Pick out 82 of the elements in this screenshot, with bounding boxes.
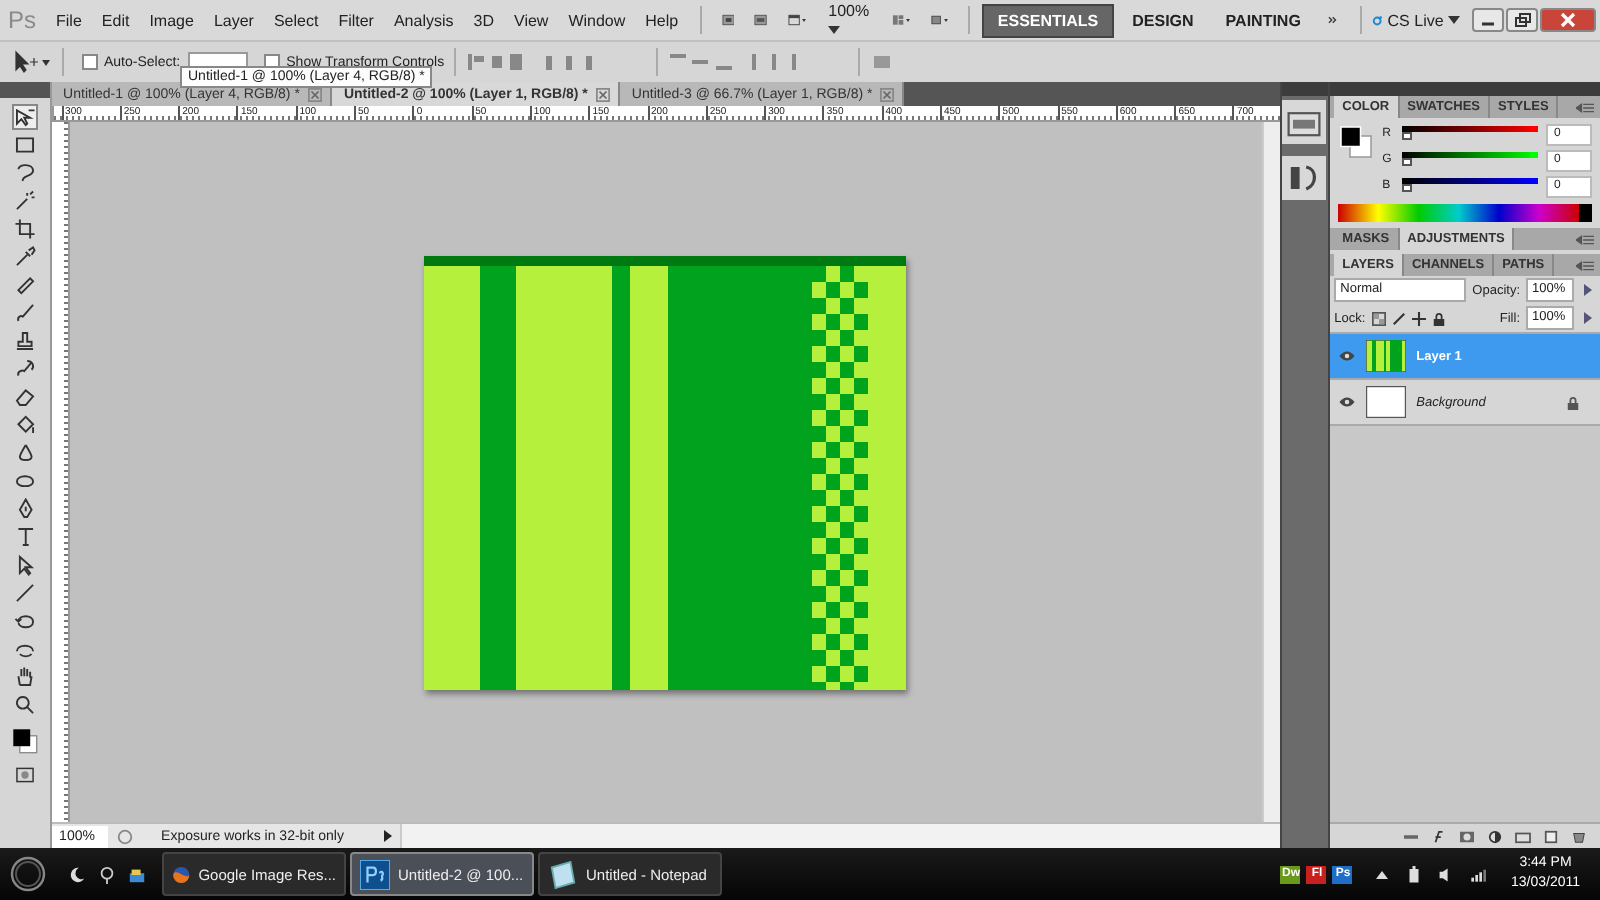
fx-icon[interactable] bbox=[1430, 829, 1448, 843]
slider-thumb[interactable] bbox=[1402, 131, 1413, 139]
quick-mask-icon[interactable] bbox=[13, 764, 36, 786]
mask-icon[interactable] bbox=[1458, 829, 1476, 843]
hand-icon[interactable] bbox=[13, 666, 36, 688]
marquee-icon[interactable] bbox=[13, 134, 36, 156]
eye-icon[interactable] bbox=[1338, 350, 1357, 362]
workspace-button[interactable]: ESSENTIALS bbox=[981, 3, 1115, 37]
menu-item[interactable]: Select bbox=[265, 11, 327, 29]
move-tool-icon[interactable] bbox=[13, 106, 36, 128]
opacity-slider-icon[interactable] bbox=[1580, 282, 1596, 298]
arrow-select-icon[interactable] bbox=[13, 554, 36, 576]
lock-transparency-icon[interactable] bbox=[1371, 311, 1386, 325]
menu-item[interactable]: Help bbox=[637, 11, 687, 29]
pen-icon[interactable] bbox=[13, 498, 36, 520]
restore-icon bbox=[1512, 12, 1533, 28]
eye-icon[interactable] bbox=[1338, 396, 1357, 408]
caret-icon bbox=[828, 25, 841, 34]
magic-wand-icon[interactable] bbox=[13, 190, 36, 212]
caret-icon bbox=[1448, 16, 1461, 25]
move-tool-preset-icon[interactable] bbox=[12, 50, 52, 74]
menu-item[interactable]: Analysis bbox=[385, 11, 462, 29]
lock-icon[interactable] bbox=[1431, 311, 1446, 325]
close-icon bbox=[1558, 12, 1579, 28]
paint-bucket-icon[interactable] bbox=[13, 414, 36, 436]
workspace-button[interactable]: DESIGN bbox=[1118, 5, 1208, 35]
menu-item[interactable]: File bbox=[48, 11, 90, 29]
menu-item[interactable]: 3D bbox=[465, 11, 502, 29]
auto-select-checkbox[interactable] bbox=[82, 54, 98, 70]
brush-icon[interactable] bbox=[1391, 311, 1406, 325]
menu-item[interactable]: Edit bbox=[93, 11, 138, 29]
brush-icon[interactable] bbox=[13, 302, 36, 324]
menu-item[interactable]: View bbox=[506, 11, 557, 29]
more-workspaces-icon[interactable] bbox=[1328, 12, 1339, 28]
app-logo: Ps bbox=[8, 6, 37, 34]
foreground-background-swatch-icon[interactable] bbox=[1338, 124, 1375, 160]
crop-icon[interactable] bbox=[13, 218, 36, 240]
zoom-icon[interactable] bbox=[13, 694, 36, 716]
line-tool-icon[interactable] bbox=[13, 582, 36, 604]
move-icon[interactable] bbox=[1411, 311, 1426, 325]
eyedropper-icon[interactable] bbox=[13, 246, 36, 268]
menu-item[interactable]: Image bbox=[141, 11, 202, 29]
menu-item[interactable]: Window bbox=[560, 11, 634, 29]
status-info-icon[interactable] bbox=[115, 827, 134, 845]
horizontal-scrollbar[interactable] bbox=[399, 824, 1280, 848]
fill-slider-icon[interactable] bbox=[1580, 310, 1596, 326]
lasso-icon[interactable] bbox=[13, 162, 36, 184]
status-menu-icon[interactable] bbox=[381, 828, 394, 844]
workspace-button[interactable]: PAINTING bbox=[1211, 5, 1315, 35]
color-spectrum-bar[interactable] bbox=[1338, 204, 1592, 222]
stamp-icon[interactable] bbox=[13, 330, 36, 352]
color-swatches-icon[interactable] bbox=[11, 728, 38, 754]
restore-button[interactable] bbox=[1506, 8, 1539, 32]
start-button-icon[interactable] bbox=[8, 854, 48, 894]
slider-thumb[interactable] bbox=[1402, 157, 1413, 165]
signal-bars-icon[interactable] bbox=[1470, 865, 1487, 883]
notepad-icon bbox=[548, 859, 578, 889]
close-tab-icon[interactable] bbox=[307, 87, 322, 101]
layer-thumbnail bbox=[1366, 340, 1407, 372]
close-tab-icon[interactable] bbox=[595, 87, 610, 101]
trash-icon[interactable] bbox=[1570, 829, 1588, 843]
layer-thumbnail bbox=[1366, 386, 1407, 418]
close-tab-icon[interactable] bbox=[880, 87, 895, 101]
zoom-dropdown[interactable]: 100% bbox=[828, 2, 870, 38]
cs-live-menu[interactable]: CS Live bbox=[1387, 11, 1461, 29]
menu-item[interactable]: Layer bbox=[205, 11, 262, 29]
blur-drop-icon[interactable] bbox=[13, 442, 36, 464]
panel-menu-icon[interactable] bbox=[1576, 101, 1594, 113]
panel-menu-icon[interactable] bbox=[1576, 233, 1594, 245]
adjustment-icon[interactable] bbox=[1486, 829, 1504, 843]
minimize-button[interactable] bbox=[1472, 8, 1505, 32]
close-button[interactable] bbox=[1540, 8, 1597, 32]
battery-icon[interactable] bbox=[1406, 865, 1423, 883]
history-brush-icon[interactable] bbox=[13, 358, 36, 380]
panel-menu-icon[interactable] bbox=[1576, 259, 1594, 271]
moon-icon[interactable] bbox=[68, 865, 86, 883]
menu-item[interactable]: Filter bbox=[330, 11, 382, 29]
slider-thumb[interactable] bbox=[1402, 183, 1413, 191]
photoshop-icon bbox=[360, 859, 390, 889]
new-layer-icon[interactable] bbox=[1542, 829, 1560, 843]
eraser-icon[interactable] bbox=[13, 386, 36, 408]
type-tool-icon[interactable] bbox=[13, 526, 36, 548]
